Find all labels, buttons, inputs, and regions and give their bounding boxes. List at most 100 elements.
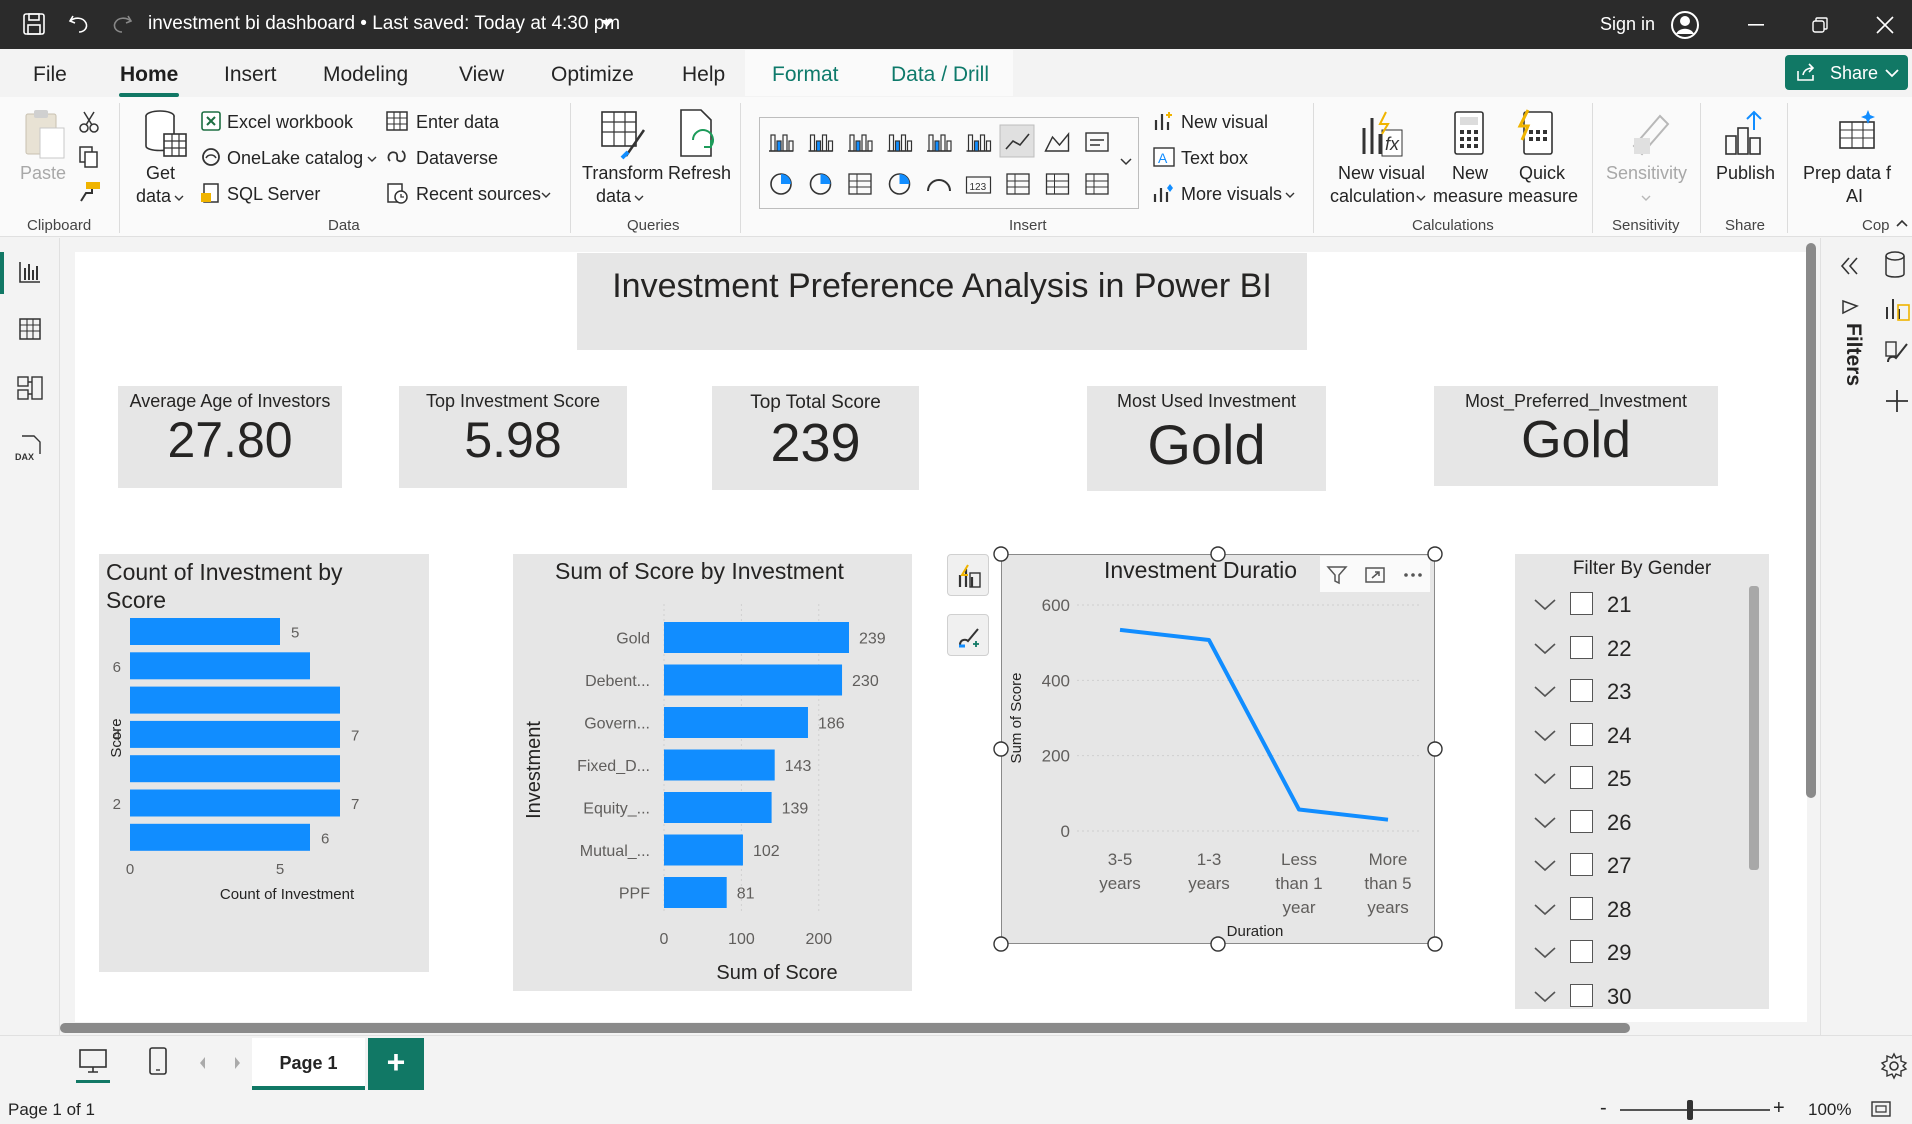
slicer-item[interactable]: 24 [1515, 715, 1745, 755]
refresh-label[interactable]: Refresh [668, 163, 731, 184]
new-visual-button[interactable]: New visual [1181, 112, 1268, 133]
tab-modeling[interactable]: Modeling [323, 63, 408, 87]
redo-icon[interactable] [110, 12, 134, 36]
publish-icon[interactable] [1722, 108, 1768, 160]
prep-data-ai-label-2[interactable]: AI [1846, 186, 1863, 207]
slicer-checkbox[interactable] [1570, 766, 1593, 789]
chevron-left-icon[interactable] [198, 1056, 208, 1070]
quick-measure-label-2[interactable]: measure [1508, 186, 1578, 207]
chevron-down-icon[interactable] [600, 19, 614, 29]
chart-count-investment-by-score[interactable]: Count of Investment by Score 5 6 7 4 7 2 6 0 5 Co… [99, 554, 429, 972]
publish-label[interactable]: Publish [1716, 163, 1775, 184]
tab-file[interactable]: File [33, 63, 67, 87]
slicer-scrollbar[interactable] [1749, 586, 1759, 870]
chevron-right-icon[interactable] [232, 1056, 242, 1070]
slicer-item[interactable]: 29 [1515, 932, 1745, 972]
add-pane-icon[interactable] [1884, 388, 1910, 414]
transform-data-label[interactable]: Transform [582, 163, 663, 184]
slicer-checkbox[interactable] [1570, 896, 1593, 920]
mobile-layout-icon[interactable] [148, 1046, 168, 1076]
copy-icon[interactable] [78, 145, 100, 169]
zoom-slider-track[interactable] [1620, 1109, 1770, 1111]
quick-measure-icon[interactable] [1516, 108, 1556, 160]
chevron-down-icon[interactable] [1533, 729, 1557, 743]
slicer-item[interactable]: 25 [1515, 758, 1745, 798]
tab-help[interactable]: Help [682, 63, 725, 87]
chevron-down-icon[interactable] [1533, 946, 1557, 960]
avatar-icon[interactable] [1670, 10, 1700, 40]
document-title[interactable]: investment bi dashboard • Last saved: To… [148, 13, 620, 35]
chevron-down-icon[interactable] [1533, 598, 1557, 612]
kpi-card-average-age[interactable]: Average Age of Investors 27.80 [118, 386, 342, 488]
new-measure-icon[interactable] [1452, 108, 1486, 160]
filters-pane-tab[interactable]: Filters [1835, 323, 1865, 403]
paste-icon[interactable] [22, 108, 68, 160]
prep-data-ai-icon[interactable] [1834, 108, 1880, 160]
slicer-item[interactable]: 26 [1515, 802, 1745, 842]
new-measure-label-2[interactable]: measure [1433, 186, 1503, 207]
data-pane-icon[interactable] [1883, 250, 1907, 280]
slicer-item[interactable]: 22 [1515, 628, 1745, 668]
new-visual-calculation-icon[interactable]: fx [1358, 108, 1404, 160]
slicer-checkbox[interactable] [1570, 635, 1593, 659]
format-painter-icon[interactable] [78, 180, 102, 204]
tab-format[interactable]: Format [772, 63, 839, 87]
selection-handles[interactable] [990, 543, 1446, 955]
recent-sources-button[interactable]: Recent sources [416, 184, 541, 205]
get-data-label-2[interactable]: data [136, 186, 171, 207]
slicer-filter-by-gender[interactable]: Filter By Gender 21 22 23 24 25 26 27 28 29 30 [1515, 554, 1769, 1009]
add-page-button[interactable]: + [368, 1038, 424, 1090]
new-visual-calculation-label[interactable]: New visual [1338, 163, 1425, 184]
zoom-level[interactable]: 100% [1808, 1100, 1851, 1120]
kpi-card-most-preferred-investment[interactable]: Most_Preferred_Investment Gold [1434, 386, 1718, 486]
settings-gear-icon[interactable] [1880, 1052, 1908, 1080]
canvas-horizontal-scrollbar[interactable] [60, 1023, 1630, 1033]
zoom-slider-thumb[interactable] [1687, 1100, 1693, 1120]
chevron-down-icon[interactable] [1533, 859, 1557, 873]
new-measure-label[interactable]: New [1452, 163, 1488, 184]
visualizations-pane-icon[interactable] [1883, 293, 1911, 323]
chevron-down-icon[interactable] [1533, 642, 1557, 656]
gallery-more-chevron-icon[interactable] [1120, 158, 1132, 166]
prep-data-ai-label[interactable]: Prep data f [1803, 163, 1891, 184]
model-view-icon[interactable] [16, 374, 44, 402]
collapse-ribbon-icon[interactable] [1896, 219, 1908, 228]
slicer-item[interactable]: 23 [1515, 671, 1745, 711]
sql-server-button[interactable]: SQL Server [227, 184, 320, 205]
chart-sum-score-by-investment[interactable]: Sum of Score by Investment 0 100 200 239 Gol… [513, 554, 912, 991]
chevron-down-icon[interactable] [1533, 990, 1557, 1004]
table-view-icon[interactable] [18, 316, 42, 342]
save-icon[interactable] [22, 12, 46, 36]
canvas-vertical-scrollbar[interactable] [1806, 243, 1816, 798]
slicer-checkbox[interactable] [1570, 679, 1593, 702]
expand-panes-icon[interactable] [1839, 256, 1861, 276]
chevron-down-icon[interactable] [1533, 772, 1557, 786]
transform-data-label-2[interactable]: data [596, 186, 631, 207]
tab-data-drill[interactable]: Data / Drill [891, 63, 989, 87]
quick-measure-label[interactable]: Quick [1519, 163, 1565, 184]
kpi-card-top-investment-score[interactable]: Top Investment Score 5.98 [399, 386, 627, 488]
kpi-card-most-used-investment[interactable]: Most Used Investment Gold [1087, 386, 1326, 491]
restore-icon[interactable] [1812, 17, 1828, 33]
slicer-item[interactable]: 27 [1515, 845, 1745, 885]
close-icon[interactable] [1876, 16, 1894, 34]
format-visual-button[interactable] [947, 614, 989, 656]
format-pane-icon[interactable] [1883, 338, 1911, 368]
onelake-catalog-button[interactable]: OneLake catalog [227, 148, 363, 169]
chevron-down-icon[interactable] [1533, 685, 1557, 699]
slicer-checkbox[interactable] [1570, 853, 1593, 876]
slicer-item[interactable]: 28 [1515, 889, 1745, 929]
enter-data-button[interactable]: Enter data [416, 112, 499, 133]
tab-insert[interactable]: Insert [224, 63, 277, 87]
get-data-icon[interactable] [142, 108, 188, 160]
get-data-label[interactable]: Get [146, 163, 175, 184]
filter-pane-icon[interactable] [1841, 298, 1859, 316]
minimize-icon[interactable] [1748, 24, 1764, 26]
share-button[interactable]: Share [1785, 55, 1908, 90]
slicer-item[interactable]: 21 [1515, 584, 1745, 624]
slicer-checkbox[interactable] [1570, 592, 1593, 615]
dataverse-button[interactable]: Dataverse [416, 148, 498, 169]
kpi-card-top-total-score[interactable]: Top Total Score 239 [712, 386, 919, 490]
report-view-icon[interactable] [18, 258, 42, 286]
visual-format-button[interactable] [947, 554, 989, 596]
